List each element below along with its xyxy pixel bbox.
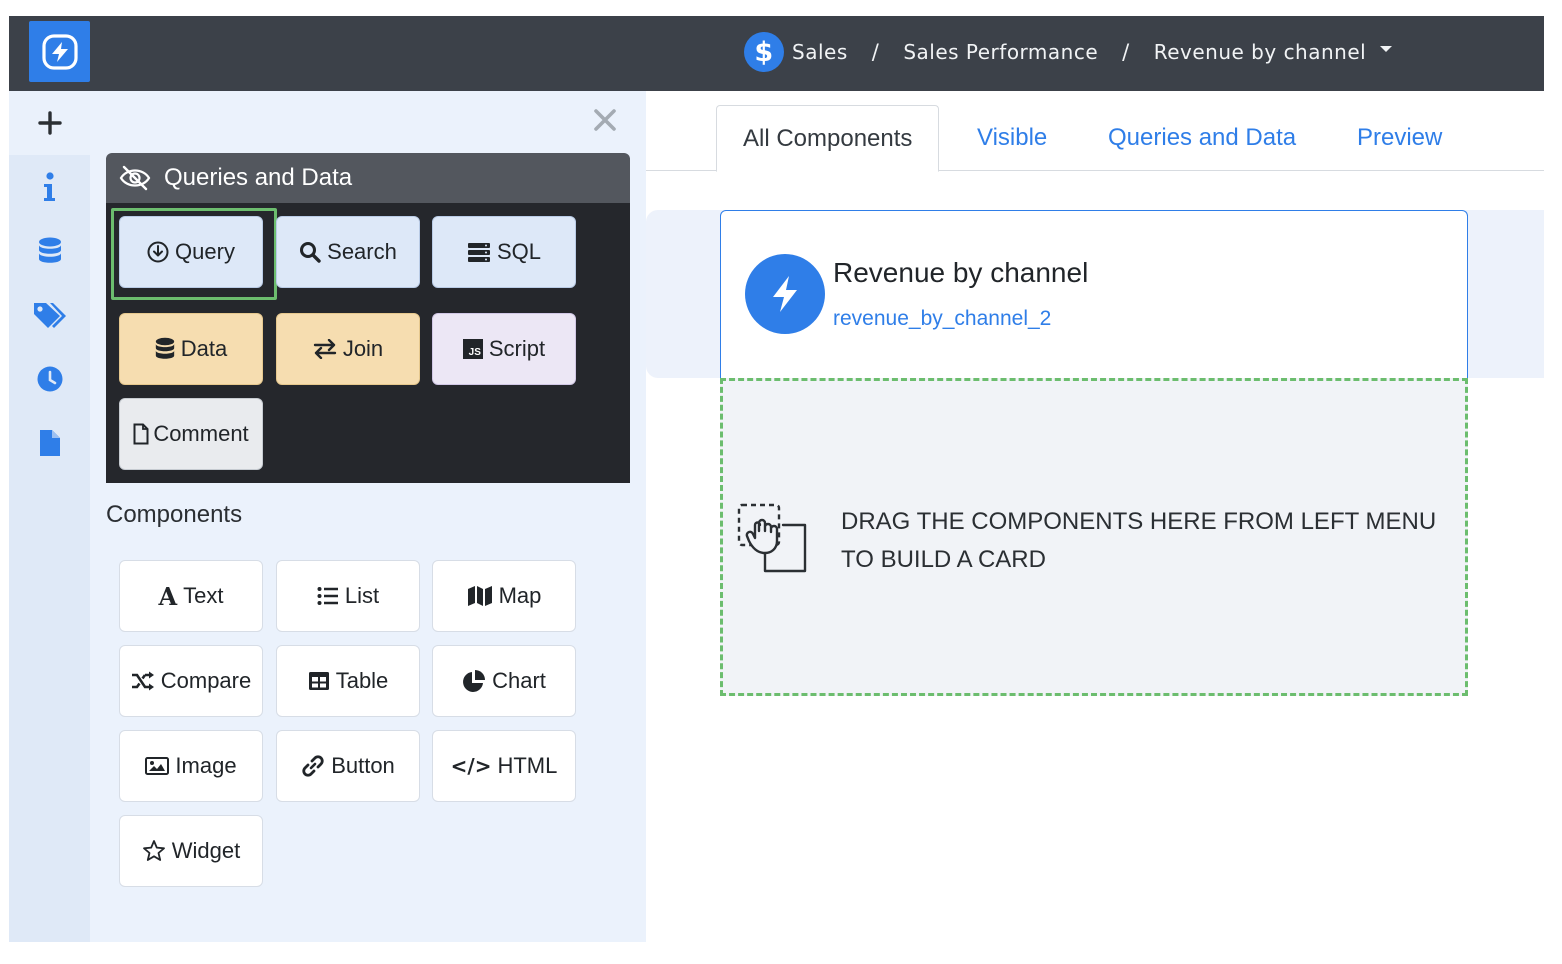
comment-tile-label: Comment (153, 421, 249, 446)
sql-tile-label: SQL (496, 239, 542, 264)
widget-component-tile[interactable]: Widget (119, 815, 263, 887)
card-header[interactable]: Revenue by channel revenue_by_channel_2 (720, 210, 1468, 380)
tab-all-components[interactable]: All Components (716, 105, 940, 172)
dropzone-message: DRAG THE COMPONENTS HERE FROM LEFT MENU … (841, 508, 1437, 573)
components-section-title: Components (106, 501, 243, 528)
image-component-label: Image (175, 753, 237, 778)
chevron-down-icon[interactable] (1380, 46, 1393, 52)
server-icon (467, 242, 491, 262)
panel-close-button[interactable] (590, 105, 620, 135)
drag-hand-icon (735, 501, 811, 577)
app-frame: $ Sales / Sales Performance / Revenue by… (9, 16, 1544, 942)
tags-icon (33, 301, 67, 329)
query-tile[interactable]: Query (119, 216, 263, 288)
compare-component-label: Compare (160, 668, 252, 693)
breadcrumb-revenue-by-channel[interactable]: Revenue by channel (1154, 40, 1367, 64)
exchange-icon (313, 339, 337, 359)
search-icon (299, 241, 321, 263)
rail-tags-button[interactable] (9, 283, 90, 347)
tab-queries-and-data[interactable]: Queries and Data (1108, 105, 1296, 171)
plus-icon (37, 111, 62, 135)
eye-slash-icon (118, 165, 152, 191)
data-tile[interactable]: Data (119, 313, 263, 385)
breadcrumb-separator: / (1122, 40, 1130, 64)
rail-data-button[interactable] (9, 219, 90, 283)
comment-tile[interactable]: Comment (119, 398, 263, 470)
image-icon (145, 757, 170, 775)
table-icon (308, 671, 330, 691)
bolt-icon (745, 254, 825, 334)
table-component-tile[interactable]: Table (276, 645, 420, 717)
search-tile[interactable]: Search (276, 216, 420, 288)
sql-tile[interactable]: SQL (432, 216, 576, 288)
code-icon: </> (450, 754, 492, 778)
random-icon (131, 671, 155, 691)
query-tile-label: Query (175, 239, 235, 264)
button-component-label: Button (331, 753, 395, 778)
image-component-tile[interactable]: Image (119, 730, 263, 802)
js-icon: JS (462, 339, 483, 359)
app-logo[interactable] (29, 21, 90, 82)
file-outline-icon (133, 423, 149, 445)
map-component-label: Map (498, 583, 542, 608)
card-title[interactable]: Revenue by channel (833, 257, 1088, 289)
pie-chart-icon (462, 669, 486, 693)
script-tile[interactable]: JS Script (432, 313, 576, 385)
map-component-tile[interactable]: Map (432, 560, 576, 632)
dollar-icon: $ (744, 32, 784, 72)
html-component-tile[interactable]: </> HTML (432, 730, 576, 802)
star-outline-icon (142, 839, 166, 863)
circle-arrow-down-icon (147, 241, 169, 263)
list-icon (317, 586, 339, 606)
bolt-circle-icon (41, 33, 79, 71)
text-component-label: Text (183, 583, 224, 608)
script-tile-label: Script (488, 336, 546, 361)
rail-add-button[interactable] (9, 91, 90, 155)
list-component-label: List (344, 583, 380, 608)
database-icon (38, 237, 62, 265)
info-icon (43, 172, 57, 202)
chart-component-tile[interactable]: Chart (432, 645, 576, 717)
file-icon (39, 430, 60, 456)
view-tabs: All Components Visible Queries and Data … (646, 91, 1544, 172)
close-icon (594, 109, 616, 131)
rail-history-button[interactable] (9, 347, 90, 411)
database-icon (155, 337, 175, 361)
clock-icon (37, 366, 63, 392)
tab-preview[interactable]: Preview (1357, 105, 1442, 171)
rail-file-button[interactable] (9, 411, 90, 475)
link-icon (301, 754, 325, 778)
breadcrumb: $ Sales / Sales Performance / Revenue by… (744, 32, 1393, 72)
join-tile[interactable]: Join (276, 313, 420, 385)
font-icon: A (158, 581, 178, 611)
tab-visible[interactable]: Visible (977, 105, 1047, 171)
button-component-tile[interactable]: Button (276, 730, 420, 802)
search-tile-label: Search (327, 239, 397, 264)
breadcrumb-separator: / (871, 40, 880, 64)
map-icon (467, 585, 493, 607)
icon-rail (9, 91, 90, 942)
rail-info-button[interactable] (9, 155, 90, 219)
top-bar: $ Sales / Sales Performance / Revenue by… (9, 16, 1544, 91)
widget-component-label: Widget (171, 838, 241, 863)
queries-section-title: Queries and Data (164, 164, 353, 191)
breadcrumb-sales-performance[interactable]: Sales Performance (903, 40, 1098, 64)
chart-component-label: Chart (492, 668, 546, 693)
html-component-label: HTML (497, 753, 558, 778)
compare-component-tile[interactable]: Compare (119, 645, 263, 717)
list-component-tile[interactable]: List (276, 560, 420, 632)
component-panel: Queries and Data Query Search SQL Data J… (90, 91, 646, 942)
card-dropzone[interactable]: DRAG THE COMPONENTS HERE FROM LEFT MENU … (720, 378, 1468, 696)
queries-section-header: Queries and Data (106, 153, 630, 203)
table-component-label: Table (335, 668, 389, 693)
text-component-tile[interactable]: A Text (119, 560, 263, 632)
join-tile-label: Join (342, 336, 384, 361)
card-subtitle[interactable]: revenue_by_channel_2 (833, 307, 1051, 331)
data-tile-label: Data (180, 336, 228, 361)
breadcrumb-sales[interactable]: Sales (792, 40, 848, 64)
